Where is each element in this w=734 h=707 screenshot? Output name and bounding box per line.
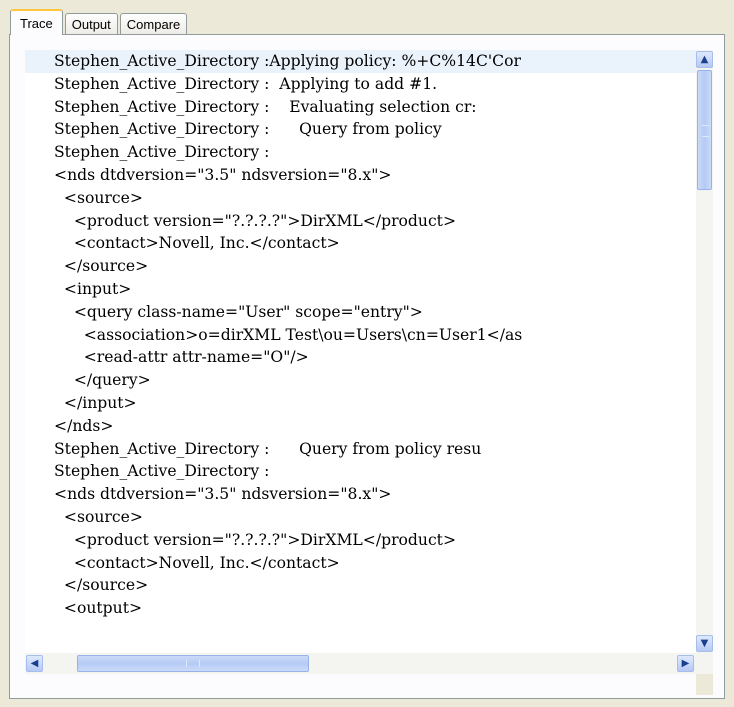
scroll-left-button[interactable]: ◀	[26, 655, 43, 672]
trace-line: </input>	[54, 393, 137, 412]
trace-line: <product version="?.?.?.?">DirXML</produ…	[54, 211, 457, 230]
tab-output[interactable]: Output	[64, 13, 118, 35]
trace-line: <product version="?.?.?.?">DirXML</produ…	[54, 530, 457, 549]
tab-bar: Trace Output Compare	[10, 9, 189, 35]
vertical-scroll-thumb[interactable]	[697, 70, 712, 190]
trace-line: <association>o=dirXML Test\ou=Users\cn=U…	[54, 325, 523, 344]
trace-line: Stephen_Active_Directory :	[54, 462, 270, 481]
trace-line: <source>	[54, 188, 143, 207]
trace-line: <contact>Novell, Inc.</contact>	[54, 234, 340, 253]
scroll-down-button[interactable]: ▼	[696, 635, 713, 652]
trace-line: <input>	[54, 279, 132, 298]
trace-line: Stephen_Active_Directory :	[54, 143, 270, 162]
trace-window: Trace Output Compare Stephen_Active_Dire…	[0, 0, 734, 707]
scroll-up-button[interactable]: ▲	[696, 51, 713, 68]
trace-line: Stephen_Active_Directory : Evaluating se…	[54, 97, 477, 116]
scroll-left-arrow-icon: ◀	[30, 658, 39, 669]
horizontal-scroll-thumb[interactable]	[77, 655, 309, 672]
trace-line: Stephen_Active_Directory : Query from po…	[54, 439, 482, 458]
vertical-scrollbar[interactable]: ▲ ▼	[696, 50, 713, 674]
grip-icon	[186, 660, 200, 667]
trace-line: <nds dtdversion="3.5" ndsversion="8.x">	[54, 165, 392, 184]
trace-line: </source>	[54, 576, 149, 595]
trace-line: Stephen_Active_Directory : Query from po…	[54, 120, 442, 139]
trace-line: </query>	[54, 371, 151, 390]
tab-compare[interactable]: Compare	[119, 13, 188, 35]
trace-line: <read-attr attr-name="O"/>	[54, 348, 309, 367]
scrollbar-corner	[696, 674, 713, 695]
trace-line: <output>	[54, 599, 143, 618]
trace-line: Stephen_Active_Directory :Applying polic…	[25, 50, 696, 73]
scroll-right-arrow-icon: ▶	[681, 658, 690, 669]
grip-icon	[702, 125, 709, 137]
trace-line: </nds>	[54, 416, 114, 435]
scroll-right-button[interactable]: ▶	[677, 655, 694, 672]
trace-line: <contact>Novell, Inc.</contact>	[54, 553, 340, 572]
scroll-up-arrow-icon: ▲	[700, 54, 709, 65]
trace-line: <query class-name="User" scope="entry">	[54, 302, 423, 321]
trace-line: <source>	[54, 507, 143, 526]
horizontal-scrollbar[interactable]: ◀ ▶	[25, 653, 696, 674]
trace-line: </source>	[54, 257, 149, 276]
trace-line: Stephen_Active_Directory : Applying to a…	[54, 74, 438, 93]
scroll-down-arrow-icon: ▼	[700, 638, 709, 649]
trace-text-view[interactable]: Stephen_Active_Directory :Applying polic…	[25, 50, 696, 653]
tab-trace[interactable]: Trace	[10, 9, 63, 35]
trace-line: <nds dtdversion="3.5" ndsversion="8.x">	[54, 485, 392, 504]
